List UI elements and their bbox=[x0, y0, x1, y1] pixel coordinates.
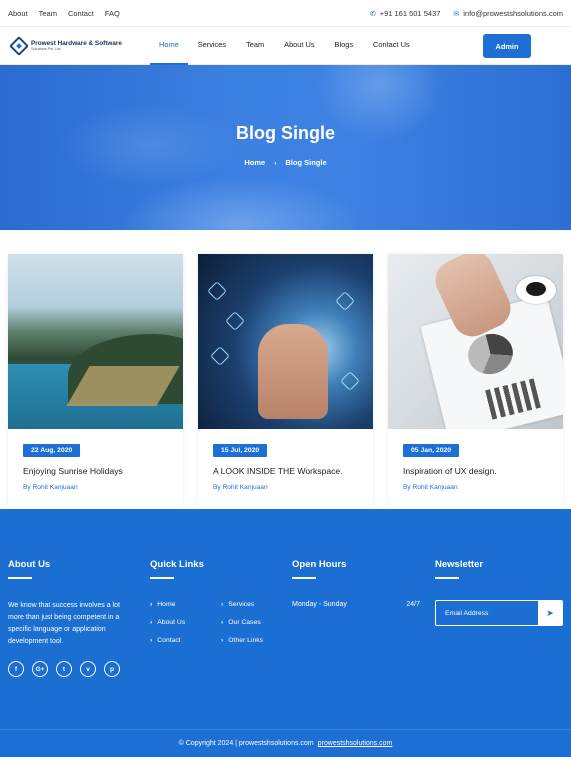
blog-card[interactable]: 05 Jan, 2020 Inspiration of UX design. B… bbox=[388, 254, 563, 509]
main-nav: Prowest Hardware & Software Solutions Pv… bbox=[0, 27, 571, 65]
phone-icon: ✆ bbox=[369, 10, 376, 18]
email-text: info@prowestshsolutions.com bbox=[463, 8, 563, 18]
top-link-contact[interactable]: Contact bbox=[68, 9, 94, 18]
top-links: About Team Contact FAQ bbox=[8, 9, 120, 18]
nav-item-blogs[interactable]: Blogs bbox=[325, 27, 364, 65]
heading-underline bbox=[8, 577, 32, 579]
post-date-badge: 15 Jul, 2020 bbox=[213, 444, 268, 457]
copyright-bar: © Copyright 2024 | prowestshsolutions.co… bbox=[0, 729, 571, 757]
send-icon[interactable]: ➤ bbox=[538, 601, 562, 625]
footer-heading: Newsletter bbox=[435, 559, 484, 570]
blog-card[interactable]: 22 Aug, 2020 Enjoying Sunrise Holidays B… bbox=[8, 254, 183, 509]
site-logo[interactable]: Prowest Hardware & Software Solutions Pv… bbox=[9, 35, 150, 56]
footer-heading: Open Hours bbox=[292, 559, 347, 570]
post-date-badge: 05 Jan, 2020 bbox=[403, 444, 460, 457]
footer-link-about-us[interactable]: About Us bbox=[150, 619, 185, 637]
copyright-text: © Copyright 2024 | prowestshsolutions.co… bbox=[178, 740, 314, 747]
footer-open-hours: Open Hours Monday - Sunday 24/7 bbox=[292, 559, 420, 608]
hours-days: Monday - Sunday bbox=[292, 601, 347, 608]
about-text: We know that success involves a lot more… bbox=[8, 602, 120, 645]
nav-item-team[interactable]: Team bbox=[236, 27, 274, 65]
admin-button[interactable]: Admin bbox=[483, 34, 531, 58]
google-plus-icon[interactable]: G+ bbox=[32, 661, 48, 677]
blog-image-charts[interactable] bbox=[388, 254, 563, 429]
top-contact: ✆ +91 161 501 5437 ✉ info@prowestshsolutio… bbox=[370, 9, 563, 18]
page-title: Blog Single bbox=[236, 123, 335, 143]
footer-link-our-cases[interactable]: Our Cases bbox=[221, 619, 291, 637]
vimeo-icon[interactable]: v bbox=[80, 661, 96, 677]
social-links: f G+ t v p bbox=[8, 661, 120, 677]
post-title[interactable]: Inspiration of UX design. bbox=[403, 466, 497, 476]
nav-item-contact-us[interactable]: Contact Us bbox=[363, 27, 420, 65]
newsletter-form: ➤ bbox=[435, 600, 563, 626]
footer-heading: Quick Links bbox=[150, 559, 204, 570]
footer-link-services[interactable]: Services bbox=[221, 601, 291, 619]
footer-quick-links: Quick Links Home About Us Contact Servic… bbox=[150, 559, 263, 644]
breadcrumb-current: Blog Single bbox=[285, 158, 327, 167]
twitter-icon[interactable]: t bbox=[56, 661, 72, 677]
post-author[interactable]: By Rohit Kanjuaan bbox=[403, 484, 458, 491]
post-author[interactable]: By Rohit Kanjuaan bbox=[213, 484, 268, 491]
pinterest-icon[interactable]: p bbox=[104, 661, 120, 677]
blog-image-coast[interactable] bbox=[8, 254, 183, 429]
site-footer: About Us We know that success involves a… bbox=[0, 509, 571, 729]
top-link-faq[interactable]: FAQ bbox=[105, 9, 120, 18]
post-date-badge: 22 Aug, 2020 bbox=[23, 444, 81, 457]
hours-row: Monday - Sunday 24/7 bbox=[292, 601, 420, 608]
blog-image-workspace[interactable] bbox=[198, 254, 373, 429]
quick-links-col-2: Services Our Cases Other Links bbox=[221, 601, 291, 655]
chevron-right-icon: › bbox=[274, 161, 277, 167]
post-title[interactable]: A LOOK INSIDE THE Workspace. bbox=[213, 466, 343, 476]
footer-link-contact[interactable]: Contact bbox=[150, 637, 185, 655]
logo-mark-icon bbox=[9, 35, 29, 56]
top-link-about[interactable]: About bbox=[8, 9, 28, 18]
blog-card[interactable]: 15 Jul, 2020 A LOOK INSIDE THE Workspace… bbox=[198, 254, 373, 509]
phone-item[interactable]: ✆ +91 161 501 5437 bbox=[370, 9, 441, 18]
newsletter-email-input[interactable] bbox=[436, 601, 538, 625]
blog-cards: 22 Aug, 2020 Enjoying Sunrise Holidays B… bbox=[8, 254, 563, 509]
breadcrumb-home[interactable]: Home bbox=[244, 158, 265, 167]
nav-item-services[interactable]: Services bbox=[188, 27, 236, 65]
nav-menu: Home Services Team About Us Blogs Contac… bbox=[150, 27, 420, 65]
facebook-icon[interactable]: f bbox=[8, 661, 24, 677]
post-author[interactable]: By Rohit Kanjuaan bbox=[23, 484, 78, 491]
heading-underline bbox=[292, 577, 316, 579]
breadcrumb: Home › Blog Single bbox=[0, 158, 571, 167]
footer-newsletter: Newsletter ➤ bbox=[435, 559, 563, 626]
footer-heading: About Us bbox=[8, 559, 51, 570]
nav-item-home[interactable]: Home bbox=[150, 27, 188, 65]
email-item[interactable]: ✉ info@prowestshsolutions.com bbox=[453, 9, 563, 18]
footer-about: About Us We know that success involves a… bbox=[8, 559, 120, 677]
hours-time: 24/7 bbox=[406, 601, 420, 608]
footer-link-other-links[interactable]: Other Links bbox=[221, 637, 291, 655]
top-bar: About Team Contact FAQ ✆ +91 161 501 5437… bbox=[0, 0, 571, 27]
post-title[interactable]: Enjoying Sunrise Holidays bbox=[23, 466, 123, 476]
page-hero: Blog Single Home › Blog Single bbox=[0, 65, 571, 230]
heading-underline bbox=[435, 577, 459, 579]
phone-text: +91 161 501 5437 bbox=[379, 8, 441, 18]
copyright-link[interactable]: prowestshsolutions.com bbox=[318, 740, 393, 747]
nav-item-about-us[interactable]: About Us bbox=[274, 27, 324, 65]
mail-icon: ✉ bbox=[453, 10, 460, 18]
top-link-team[interactable]: Team bbox=[39, 9, 57, 18]
logo-name: Prowest Hardware & Software bbox=[31, 40, 122, 47]
logo-subtitle: Solutions Pvt. Ltd. bbox=[31, 47, 62, 51]
footer-link-home[interactable]: Home bbox=[150, 601, 185, 619]
heading-underline bbox=[150, 577, 174, 579]
quick-links-col-1: Home About Us Contact bbox=[150, 601, 185, 655]
